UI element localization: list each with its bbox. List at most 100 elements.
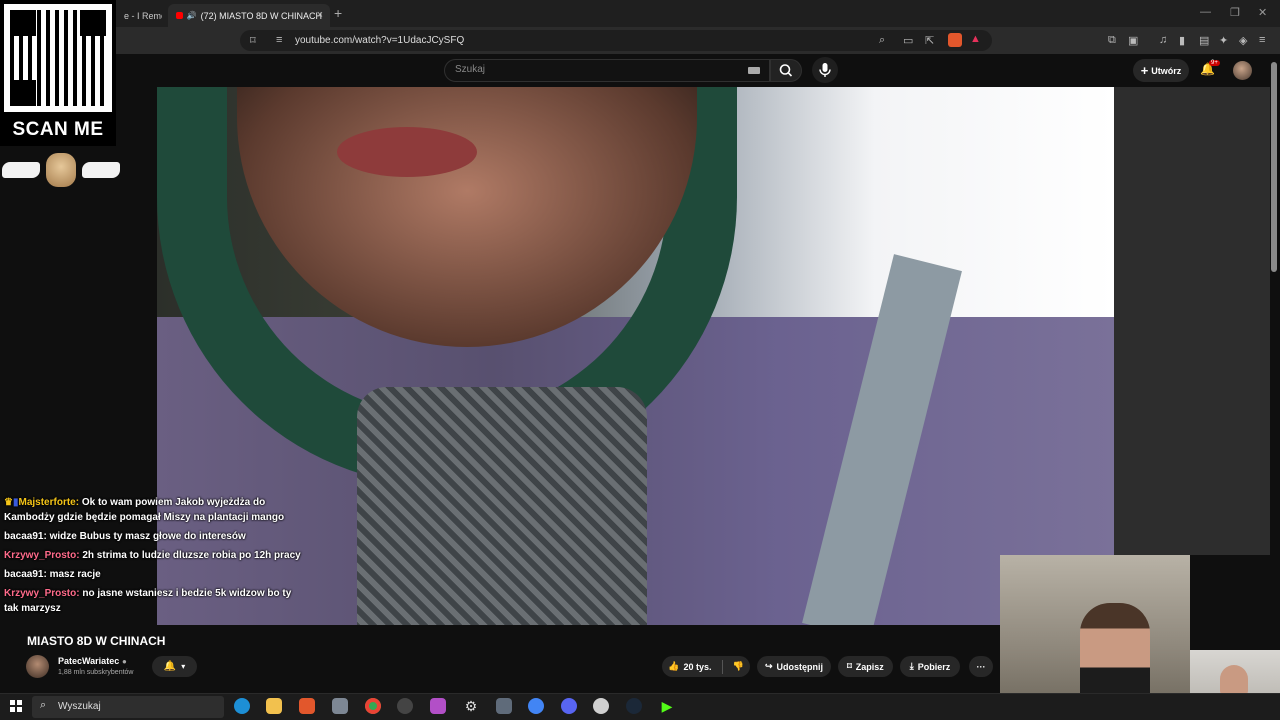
taskbar-search-placeholder: Wyszukaj <box>58 701 101 712</box>
chat-message: bacaa91: widze Bubus ty masz głowe do in… <box>0 527 310 546</box>
share-icon: ↪ <box>764 661 773 671</box>
video-frame-lips <box>337 127 477 177</box>
chrome-alt-app-icon[interactable] <box>528 698 544 714</box>
crown-icon: ♛ <box>4 497 13 508</box>
discord-app-icon[interactable] <box>561 698 577 714</box>
plus-icon: + <box>1140 63 1149 78</box>
account-avatar[interactable] <box>1233 61 1252 80</box>
speaker-icon[interactable]: 🔊 <box>187 11 197 20</box>
mic-icon <box>819 63 831 77</box>
chat-message: ♛▮Majsterforte: Ok to wam powiem Jakob w… <box>0 493 310 527</box>
chat-username: bacaa91: <box>4 531 47 542</box>
screenshot-icon[interactable]: ▣ <box>1128 34 1138 47</box>
share-label: Udostępnij <box>776 661 824 672</box>
bell-icon: 🔔 <box>163 661 177 672</box>
download-label: Pobierz <box>917 661 951 672</box>
divider <box>721 659 723 674</box>
windows-start-icon[interactable] <box>10 700 22 712</box>
file-explorer-icon[interactable] <box>266 698 282 714</box>
new-tab-button[interactable]: + <box>334 5 342 21</box>
chat-text: masz racje <box>46 569 101 580</box>
like-dislike-group: 👍 20 tys. 👎 <box>662 656 750 677</box>
like-button[interactable]: 👍 20 tys. <box>668 661 711 672</box>
thumbs-down-icon: 👎 <box>732 661 744 671</box>
vpn-icon[interactable]: ◈ <box>1239 34 1247 47</box>
chat-message: Krzywy_Prosto: no jasne wstaniesz i bedz… <box>0 584 310 618</box>
cat-emote <box>2 152 120 188</box>
like-count: 20 tys. <box>683 661 712 672</box>
chrome-app-icon[interactable] <box>365 698 381 714</box>
keyboard-icon[interactable] <box>748 67 760 74</box>
share-button[interactable]: ↪ Udostępnij <box>757 656 831 677</box>
chat-message: bacaa91: masz racje <box>0 565 310 584</box>
subscription-bell-button[interactable]: 🔔 ▾ <box>152 656 197 677</box>
restore-icon[interactable]: ❐ <box>1230 6 1240 19</box>
url-text[interactable]: youtube.com/watch?v=1UdacJCySFQ <box>295 35 464 46</box>
minimize-icon[interactable]: — <box>1200 6 1211 18</box>
channel-name[interactable]: PatecWariatec <box>58 656 119 666</box>
calculator-icon[interactable] <box>496 698 512 714</box>
site-info-icon[interactable]: ≡ <box>276 34 282 46</box>
chat-username: bacaa91: <box>4 569 47 580</box>
tab-active-youtube[interactable]: 🔊 (72) MIASTO 8D W CHINACH × <box>168 4 330 27</box>
qr-code <box>4 4 112 112</box>
extensions-icon[interactable]: ⧉ <box>1108 34 1116 47</box>
tab-label: (72) MIASTO 8D W CHINACH <box>200 10 322 21</box>
more-actions-button[interactable]: ··· <box>969 656 993 677</box>
edge-app-icon[interactable] <box>234 698 250 714</box>
download-button[interactable]: ⤓ Pobierz <box>900 656 960 677</box>
app-icon[interactable] <box>593 698 609 714</box>
steam-app-icon[interactable] <box>626 698 642 714</box>
create-label: Utwórz <box>1151 65 1182 76</box>
zoom-icon[interactable]: ⌕ <box>879 34 885 47</box>
chat-message: Krzywy_Prosto: 2h strima to ludzie dluzs… <box>0 546 310 565</box>
brave-rewards-icon[interactable]: ▲ <box>970 33 981 45</box>
save-label: Zapisz <box>855 661 884 672</box>
video-frame-sweater <box>357 387 647 625</box>
chatgpt-app-icon[interactable] <box>397 698 413 714</box>
brave-shield-icon[interactable] <box>948 33 962 47</box>
channel-avatar[interactable] <box>26 655 49 678</box>
app-icon[interactable] <box>430 698 446 714</box>
close-tab-icon[interactable]: × <box>317 9 323 21</box>
chat-username: Krzywy_Prosto: <box>4 550 80 561</box>
hand-right-icon <box>82 162 120 178</box>
right-side-panel <box>1114 87 1270 555</box>
page-scrollbar[interactable] <box>1271 62 1277 272</box>
save-button[interactable]: ⌑ Zapisz <box>838 656 893 677</box>
search-button[interactable] <box>770 59 802 82</box>
settings-gear-icon[interactable]: ⚙ <box>463 698 479 714</box>
music-icon[interactable]: ♫ <box>1159 34 1167 46</box>
reaction-cam <box>1190 650 1280 695</box>
search-placeholder: Szukaj <box>455 64 486 75</box>
download-icon: ⤓ <box>909 661 914 671</box>
create-button[interactable]: + Utwórz <box>1133 59 1189 82</box>
chat-text: widze Bubus ty masz głowe do interesów <box>46 531 246 542</box>
kick-app-icon[interactable]: ▶ <box>659 698 675 714</box>
search-icon <box>779 64 793 77</box>
app-icon[interactable] <box>332 698 348 714</box>
chat-overlay: ♛▮Majsterforte: Ok to wam powiem Jakob w… <box>0 493 310 618</box>
cast-icon[interactable]: ▭ <box>903 34 913 47</box>
tab-previous[interactable]: e - I Remem <box>116 4 162 27</box>
brave-app-icon[interactable] <box>299 698 315 714</box>
notification-count-badge: 9+ <box>1209 60 1220 66</box>
subscriber-count: 1,88 mln subskrybentów <box>58 669 134 676</box>
voice-search-button[interactable] <box>812 57 838 83</box>
verified-icon: ● <box>122 657 127 666</box>
search-input[interactable] <box>444 59 770 82</box>
tab-label: e - I Remem <box>124 10 162 21</box>
close-window-icon[interactable]: ✕ <box>1258 6 1267 19</box>
chat-text: 2h strima to ludzie dluzsze robia po 12h… <box>79 550 301 561</box>
menu-icon[interactable]: ≡ <box>1259 34 1265 46</box>
sidebar-icon[interactable]: ▮ <box>1179 34 1185 47</box>
dislike-button[interactable]: 👎 <box>733 661 744 672</box>
share-page-icon[interactable]: ⇱ <box>925 34 934 47</box>
youtube-favicon-icon <box>176 12 183 19</box>
leo-ai-icon[interactable]: ✦ <box>1219 34 1228 47</box>
thumbs-up-icon: 👍 <box>668 661 680 671</box>
chat-username: Krzywy_Prosto: <box>4 588 80 599</box>
bookmark-icon[interactable]: ⌑ <box>250 34 256 47</box>
wallet-icon[interactable]: ▤ <box>1199 34 1209 47</box>
bookmark-icon: ⌑ <box>847 661 852 671</box>
